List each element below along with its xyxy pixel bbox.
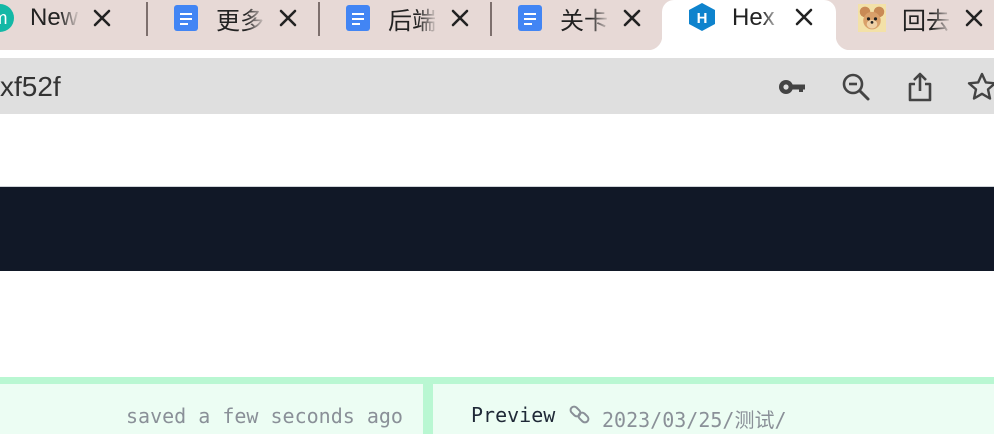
tab-label: 关卡	[560, 7, 608, 35]
zoom-out-icon[interactable]	[840, 71, 872, 103]
preview-link[interactable]: 2023/03/25/测试/	[602, 404, 787, 433]
tab-separator	[318, 2, 320, 36]
browser-toolbar: xf52f	[0, 50, 994, 114]
close-icon[interactable]	[276, 6, 300, 30]
link-icon[interactable]	[568, 403, 592, 427]
pane-divider[interactable]	[423, 384, 433, 434]
google-docs-icon	[344, 4, 372, 32]
google-docs-icon	[516, 4, 544, 32]
close-icon[interactable]	[90, 6, 114, 30]
tab-hexo-active[interactable]: H Hex	[648, 0, 850, 50]
tab-strip: m New 更多 后端 关卡	[0, 0, 994, 50]
svg-text:m: m	[0, 8, 8, 28]
editor-header-band	[0, 187, 994, 271]
close-icon[interactable]	[792, 5, 816, 29]
tab-label: 回去	[902, 7, 950, 35]
editor-status-bar: saved a few seconds ago Preview 2023/03/…	[0, 377, 994, 434]
tab-docs-2[interactable]: 后端	[344, 0, 472, 36]
key-icon[interactable]	[776, 71, 808, 103]
m-badge-icon: m	[0, 4, 14, 32]
tab-new[interactable]: m New	[0, 0, 114, 36]
address-bar[interactable]: xf52f	[0, 58, 994, 114]
tab-separator	[146, 2, 148, 36]
hexo-icon: H	[688, 3, 716, 31]
preview-label: Preview	[471, 403, 556, 427]
close-icon[interactable]	[962, 6, 986, 30]
tab-separator	[490, 2, 492, 36]
tab-docs-1[interactable]: 更多	[172, 0, 300, 36]
saved-status: saved a few seconds ago	[126, 404, 403, 428]
close-icon[interactable]	[448, 6, 472, 30]
svg-text:H: H	[697, 10, 708, 27]
tab-docs-3[interactable]: 关卡	[516, 0, 644, 36]
close-icon[interactable]	[620, 6, 644, 30]
address-url[interactable]: xf52f	[0, 71, 61, 103]
tab-label: 更多	[216, 7, 264, 35]
tab-jerry[interactable]: 回去	[858, 0, 986, 36]
tab-label: New	[30, 4, 79, 31]
bookmark-star-icon[interactable]	[966, 71, 994, 103]
google-docs-icon	[172, 4, 200, 32]
share-icon[interactable]	[904, 71, 936, 103]
tab-label: Hex	[732, 4, 775, 31]
tab-label: 后端	[388, 7, 436, 35]
jerry-avatar-icon	[858, 4, 886, 32]
